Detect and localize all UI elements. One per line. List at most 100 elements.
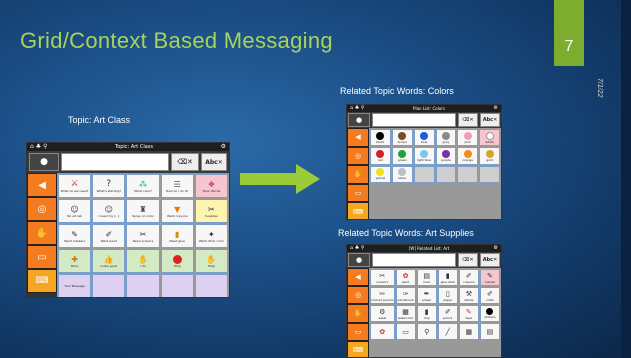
supply-cell-pencil[interactable]: ✐ pencil — [437, 305, 458, 322]
settings-icon[interactable]: ⚙ — [494, 105, 498, 112]
cell-your-message[interactable]: Your Message — [58, 274, 92, 297]
color-cell-yellow[interactable]: yellow — [370, 165, 391, 184]
speak-button[interactable]: ● — [29, 153, 59, 171]
home-icon[interactable]: ⌂ ♣ ⚲ — [350, 245, 365, 252]
cell-empty[interactable] — [126, 274, 160, 297]
settings-icon[interactable]: ⚙ — [494, 245, 498, 252]
keyboard-button[interactable]: ⌨ — [347, 202, 369, 219]
color-cell-purple[interactable]: purple — [435, 147, 457, 165]
keyboard-button[interactable]: ⌨ — [27, 269, 57, 293]
delete-button[interactable]: Abc✕ — [201, 153, 227, 171]
cell-want-markers[interactable]: ✎ Want markers — [58, 224, 92, 248]
supply-cell-row5-3[interactable]: ⚲ — [416, 323, 437, 340]
people-button[interactable]: ▭ — [27, 245, 57, 269]
supply-cell-row5-1[interactable]: ✿ — [370, 323, 395, 340]
core-words-button[interactable]: ◀ — [347, 128, 369, 147]
cell-want-paint[interactable]: ✐ Want paint — [92, 224, 126, 248]
cell-empty[interactable] — [92, 274, 126, 297]
people-button[interactable]: ▭ — [347, 322, 369, 341]
color-cell-orange[interactable]: orange — [457, 147, 479, 165]
cell-i-need-my[interactable]: ☺ I need my [...] — [92, 199, 126, 223]
keyboard-button[interactable]: ⌨ — [347, 340, 369, 357]
color-cell-white[interactable]: white — [479, 129, 500, 147]
supply-cell-tape[interactable]: ✎ tape — [458, 305, 479, 322]
cell-help[interactable]: ✋ Help — [194, 249, 228, 273]
cell-looks-good[interactable]: 👍 Looks good — [92, 249, 126, 273]
cell-whats-starting[interactable]: ? What's starting? — [92, 174, 126, 198]
cell-empty[interactable] — [457, 165, 479, 184]
core-words-button[interactable]: ◀ — [27, 173, 57, 197]
cell-empty[interactable] — [160, 274, 194, 297]
cell-empty[interactable] — [194, 274, 228, 297]
supply-cell-eraser[interactable]: ✒ eraser — [416, 287, 437, 304]
quick-words-button[interactable]: ◎ — [347, 286, 369, 305]
speak-button[interactable]: ● — [348, 253, 370, 267]
cell-what-do-we-need[interactable]: ⚔ What do we need? — [58, 174, 92, 198]
color-cell-gray[interactable]: gray — [435, 129, 457, 147]
message-window[interactable] — [372, 113, 456, 127]
quick-words-button[interactable]: ◎ — [347, 146, 369, 166]
supply-cell-paint[interactable]: ✿ paint — [395, 269, 416, 286]
feelings-button[interactable]: ✋ — [347, 304, 369, 323]
color-cell-blue[interactable]: blue — [413, 129, 435, 147]
feelings-button[interactable]: ✋ — [27, 221, 57, 245]
cell-need-glue[interactable]: ▮ Need glue — [160, 224, 194, 248]
supply-cell-scissors[interactable]: ✂ scissors — [370, 269, 395, 286]
color-cell-silver[interactable]: silver — [391, 165, 413, 184]
color-cell-red[interactable]: red — [370, 147, 391, 165]
cell-need-scissors[interactable]: ✂ Need scissors — [126, 224, 160, 248]
supply-cell-row5-5[interactable]: ▦ — [458, 323, 479, 340]
cell-supplies[interactable]: ✂ Supplies — [194, 199, 228, 223]
cell-want-crayons[interactable]: ▼ Want crayons — [160, 199, 194, 223]
home-icon[interactable]: ⌂ ♣ ⚲ — [30, 143, 47, 151]
settings-icon[interactable]: ⚙ — [221, 143, 226, 151]
color-cell-pink[interactable]: pink — [457, 129, 479, 147]
cell-how-do-i-do-it[interactable]: ☰ How do I do it? — [160, 174, 194, 198]
color-cell-green[interactable]: green — [391, 147, 413, 165]
message-window[interactable] — [61, 153, 169, 171]
color-cell-gold[interactable]: gold — [479, 147, 500, 165]
color-cell-light-blue[interactable]: light blue — [413, 147, 435, 165]
supply-cell-paintbrush[interactable]: ✑ paintbrush — [395, 287, 416, 304]
supply-cell-easel[interactable]: ⚙ easel — [370, 305, 395, 322]
cell-no-art-lab[interactable]: ☺ No art lab — [58, 199, 92, 223]
cell-what-color[interactable]: ⁂ What color? — [126, 174, 160, 198]
cell-stop[interactable]: Stop — [160, 249, 194, 273]
people-button[interactable]: ▭ — [347, 183, 369, 203]
clear-button[interactable]: ⌫✕ — [458, 253, 478, 267]
cell-more[interactable]: ✚ More — [58, 249, 92, 273]
home-icon[interactable]: ⌂ ♣ ⚲ — [350, 105, 365, 112]
supply-cell-chalk[interactable]: ✐ chalk — [479, 287, 500, 304]
quick-words-button[interactable]: ◎ — [27, 197, 57, 221]
supply-cell-row5-4[interactable]: ╱ — [437, 323, 458, 340]
clear-button[interactable]: ⌫✕ — [171, 153, 199, 171]
color-cell-brown[interactable]: brown — [391, 129, 413, 147]
supply-cell-marker[interactable]: ✎ marker — [479, 269, 500, 286]
supply-cell-ruler[interactable]: ▤ ruler — [416, 269, 437, 286]
delete-button[interactable]: Abc✕ — [480, 113, 500, 127]
cell-want-other-color[interactable]: ✦ Want other color — [194, 224, 228, 248]
supply-cell-glue-stick[interactable]: ▮ glue stick — [437, 269, 458, 286]
feelings-button[interactable]: ✋ — [347, 165, 369, 184]
cell-spray-on-color[interactable]: ♜ Spray on color — [126, 199, 160, 223]
cell-i-do[interactable]: ✋ I do — [126, 249, 160, 273]
color-cell-black[interactable]: black — [370, 129, 391, 147]
supply-cell-stamp[interactable]: ⚒ stamp — [458, 287, 479, 304]
supply-cell-row5-2[interactable]: ▭ — [395, 323, 416, 340]
cell-topic-words[interactable]: ❖ Topic Words — [194, 174, 228, 198]
delete-button[interactable]: Abc✕ — [480, 253, 500, 267]
supply-cell-watercolor[interactable]: ▦ watercolor — [395, 305, 416, 322]
supply-cell-crayons[interactable]: ✐ crayons — [458, 269, 479, 286]
message-window[interactable] — [372, 253, 456, 267]
core-words-button[interactable]: ◀ — [347, 268, 369, 287]
clear-button[interactable]: ⌫✕ — [458, 113, 478, 127]
supply-cell-row5-6[interactable]: ▤ — [479, 323, 500, 340]
speak-button[interactable]: ● — [348, 113, 370, 127]
cell-empty[interactable] — [479, 165, 500, 184]
supply-cell-colored-pencils[interactable]: ✏ colored pencils — [370, 287, 395, 304]
cell-empty[interactable] — [435, 165, 457, 184]
cell-empty[interactable] — [413, 165, 435, 184]
supply-cell-clay[interactable]: ▮ clay — [416, 305, 437, 322]
supply-cell-paper[interactable]: ▯ paper — [437, 287, 458, 304]
supply-cell-stickers[interactable]: stickers — [479, 305, 500, 322]
